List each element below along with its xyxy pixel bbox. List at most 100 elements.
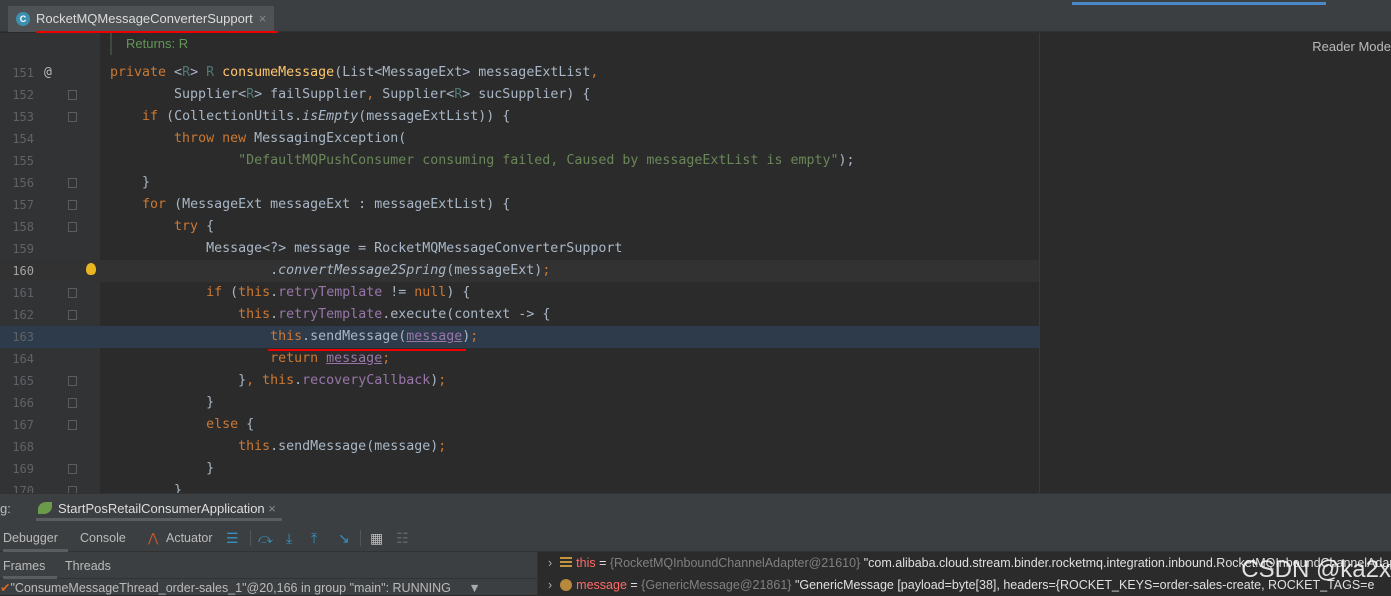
- doc-comment: Returns: R: [110, 33, 188, 55]
- fold-icon[interactable]: [68, 288, 77, 298]
- tab-frames[interactable]: Frames: [3, 553, 58, 579]
- line-number[interactable]: 161: [0, 282, 34, 304]
- code-line[interactable]: 167 else {: [0, 414, 1039, 436]
- code-line[interactable]: 164 return message;: [0, 348, 1039, 370]
- code-text: for (MessageExt messageExt : messageExtL…: [110, 194, 510, 216]
- line-number[interactable]: 160: [0, 260, 34, 282]
- tab-console[interactable]: Console: [80, 524, 126, 552]
- code-line[interactable]: 162 this.retryTemplate.execute(context -…: [0, 304, 1039, 326]
- close-icon[interactable]: ×: [259, 11, 267, 26]
- code-line[interactable]: 168 this.sendMessage(message);: [0, 436, 1039, 458]
- code-line[interactable]: 161 if (this.retryTemplate != null) {: [0, 282, 1039, 304]
- line-number[interactable]: 163: [0, 326, 34, 348]
- line-number[interactable]: 165: [0, 370, 34, 392]
- chevron-right-icon[interactable]: ›: [548, 556, 552, 570]
- code-token: this: [238, 439, 271, 454]
- code-text: private <R> R consumeMessage(List<Messag…: [110, 62, 598, 84]
- restore-layout-icon[interactable]: ☰: [226, 530, 239, 546]
- code-editor[interactable]: Reader Mode Returns: R 151 @ private <R> R…: [0, 33, 1391, 498]
- code-text: if (this.retryTemplate != null) {: [110, 282, 470, 304]
- code-line[interactable]: 158 try {: [0, 216, 1039, 238]
- run-config-tab[interactable]: StartPosRetailConsumerApplication ×: [36, 497, 282, 521]
- evaluate-expression-icon[interactable]: ▦: [370, 530, 383, 546]
- chevron-right-icon[interactable]: ›: [548, 578, 552, 592]
- thread-selector[interactable]: ✔"ConsumeMessageThread_order-sales_1"@20…: [0, 580, 537, 596]
- line-number[interactable]: 152: [0, 84, 34, 106]
- code-token: throw new: [174, 131, 255, 146]
- line-number[interactable]: 164: [0, 348, 34, 370]
- code-token: retryTemplate: [278, 307, 383, 322]
- check-icon: ✔: [0, 581, 11, 595]
- fold-icon[interactable]: [68, 222, 77, 232]
- code-token: return: [270, 351, 327, 366]
- divider: [250, 530, 251, 546]
- code-token: }: [110, 461, 215, 476]
- fold-icon[interactable]: [68, 200, 77, 210]
- line-number[interactable]: 155: [0, 150, 34, 172]
- code-line[interactable]: 151 @ private <R> R consumeMessage(List<Me…: [0, 62, 1039, 84]
- step-into-icon[interactable]: ⤓: [286, 530, 292, 546]
- code-line[interactable]: 169 }: [0, 458, 1039, 480]
- code-token: Message<?> message = RocketMQMessageConv…: [110, 241, 623, 256]
- line-number[interactable]: 157: [0, 194, 34, 216]
- fold-icon[interactable]: [68, 90, 77, 100]
- code-text: this.retryTemplate.execute(context -> {: [110, 304, 550, 326]
- tab-debugger[interactable]: Debugger: [3, 524, 68, 552]
- line-number[interactable]: 153: [0, 106, 34, 128]
- line-number[interactable]: 154: [0, 128, 34, 150]
- code-token: >: [190, 65, 207, 80]
- var-name: this: [576, 556, 596, 570]
- line-number[interactable]: 162: [0, 304, 34, 326]
- code-token: (messageExt): [446, 263, 543, 278]
- code-token: this: [238, 307, 271, 322]
- step-out-icon[interactable]: ⤒: [311, 530, 317, 546]
- code-line[interactable]: 165 }, this.recoveryCallback);: [0, 370, 1039, 392]
- code-line[interactable]: 153 if (CollectionUtils.isEmpty(messageE…: [0, 106, 1039, 128]
- code-line[interactable]: 160 .convertMessage2Spring(messageExt);: [0, 260, 1039, 282]
- line-number[interactable]: 169: [0, 458, 34, 480]
- run-to-cursor-icon[interactable]: ↘: [338, 530, 350, 546]
- line-number[interactable]: 166: [0, 392, 34, 414]
- code-line[interactable]: 163 this.sendMessage(message);: [0, 326, 1039, 348]
- tab-actuator[interactable]: ⋀ Actuator: [148, 524, 213, 552]
- filter-icon[interactable]: ▼: [468, 581, 480, 595]
- code-token: "DefaultMQPushConsumer consuming failed,…: [238, 153, 839, 168]
- close-icon[interactable]: ×: [268, 501, 276, 516]
- fold-icon[interactable]: [68, 398, 77, 408]
- reader-mode-button[interactable]: Reader Mode: [1312, 39, 1391, 54]
- trace-icon[interactable]: ☷: [396, 530, 409, 546]
- step-over-icon[interactable]: ⤼: [258, 530, 273, 546]
- code-token: if: [206, 285, 231, 300]
- code-line[interactable]: 166 }: [0, 392, 1039, 414]
- fold-icon[interactable]: [68, 376, 77, 386]
- fold-icon[interactable]: [68, 420, 77, 430]
- line-number[interactable]: 159: [0, 238, 34, 260]
- code-line[interactable]: 157 for (MessageExt messageExt : message…: [0, 194, 1039, 216]
- line-number[interactable]: 151: [0, 62, 34, 84]
- code-line[interactable]: 154 throw new MessagingException(: [0, 128, 1039, 150]
- code-line[interactable]: 156 }: [0, 172, 1039, 194]
- fold-icon[interactable]: [68, 310, 77, 320]
- line-number[interactable]: 158: [0, 216, 34, 238]
- code-line[interactable]: 152 Supplier<R> failSupplier, Supplier<R…: [0, 84, 1039, 106]
- fold-icon[interactable]: [68, 178, 77, 188]
- code-line[interactable]: 159 Message<?> message = RocketMQMessage…: [0, 238, 1039, 260]
- line-number[interactable]: 156: [0, 172, 34, 194]
- tab-rocketmq-converter[interactable]: C RocketMQMessageConverterSupport ×: [8, 6, 275, 32]
- lightbulb-icon[interactable]: [86, 263, 96, 275]
- code-token: ) {: [446, 285, 471, 300]
- code-line[interactable]: 155 "DefaultMQPushConsumer consuming fai…: [0, 150, 1039, 172]
- override-marker-icon[interactable]: @: [44, 62, 52, 84]
- line-number[interactable]: 168: [0, 436, 34, 458]
- line-number[interactable]: 167: [0, 414, 34, 436]
- code-token: if: [142, 109, 167, 124]
- fold-icon[interactable]: [68, 464, 77, 474]
- tab-threads[interactable]: Threads: [65, 553, 111, 579]
- fold-icon[interactable]: [68, 112, 77, 122]
- field-icon: [560, 557, 573, 569]
- code-token: }: [110, 175, 151, 190]
